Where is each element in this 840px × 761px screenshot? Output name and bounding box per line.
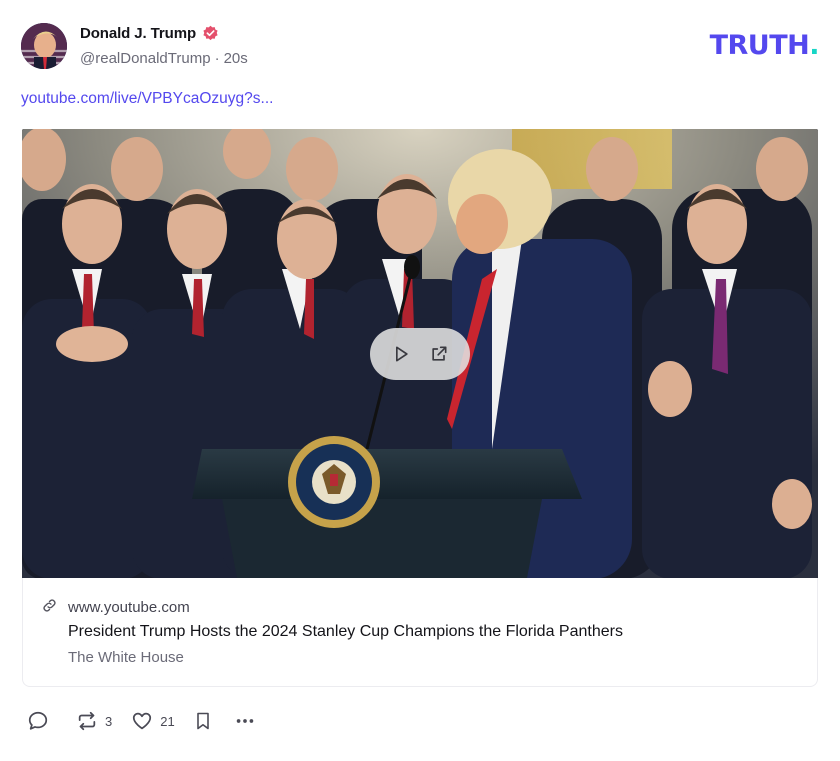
link-icon — [41, 597, 58, 618]
video-controls — [370, 328, 470, 380]
reply-icon — [27, 710, 49, 732]
author-display-name[interactable]: Donald J. Trump — [80, 25, 196, 42]
external-link-icon[interactable] — [428, 343, 450, 365]
video-thumbnail[interactable] — [22, 129, 818, 578]
reply-button[interactable] — [27, 710, 55, 732]
avatar[interactable] — [21, 23, 67, 69]
author-handle[interactable]: @realDonaldTrump — [80, 50, 211, 67]
verified-badge-icon — [202, 25, 219, 42]
post-timestamp[interactable]: 20s — [224, 50, 248, 67]
retruth-button[interactable]: 3 — [75, 710, 112, 732]
like-count: 21 — [160, 713, 175, 729]
retruth-icon — [75, 710, 99, 732]
truth-post: Donald J. Trump @realDonaldTrump · 20s T… — [0, 0, 840, 761]
post-actions: 3 21 — [27, 710, 257, 732]
bookmark-button[interactable] — [193, 710, 213, 732]
play-icon[interactable] — [390, 343, 412, 365]
like-button[interactable]: 21 — [130, 710, 175, 732]
card-domain-row: www.youtube.com — [41, 597, 190, 618]
heart-icon — [130, 710, 154, 732]
author-meta: @realDonaldTrump · 20s — [80, 50, 248, 67]
link-preview-card[interactable]: www.youtube.com President Trump Hosts th… — [22, 578, 818, 687]
more-dots-icon — [233, 710, 257, 732]
logo-dot: . — [809, 30, 819, 61]
card-domain: www.youtube.com — [68, 599, 190, 616]
bookmark-icon — [193, 710, 213, 732]
logo-text: TRUTH — [709, 30, 810, 61]
retruth-count: 3 — [105, 713, 113, 729]
meta-separator: · — [214, 50, 220, 67]
post-link[interactable]: youtube.com/live/VPBYcaOzuyg?s... — [21, 90, 273, 108]
more-options-button[interactable] — [233, 710, 257, 732]
card-source: The White House — [68, 649, 184, 666]
author-name-row: Donald J. Trump — [80, 25, 219, 42]
card-title[interactable]: President Trump Hosts the 2024 Stanley C… — [68, 623, 623, 641]
truth-social-logo: TRUTH. — [709, 30, 820, 61]
